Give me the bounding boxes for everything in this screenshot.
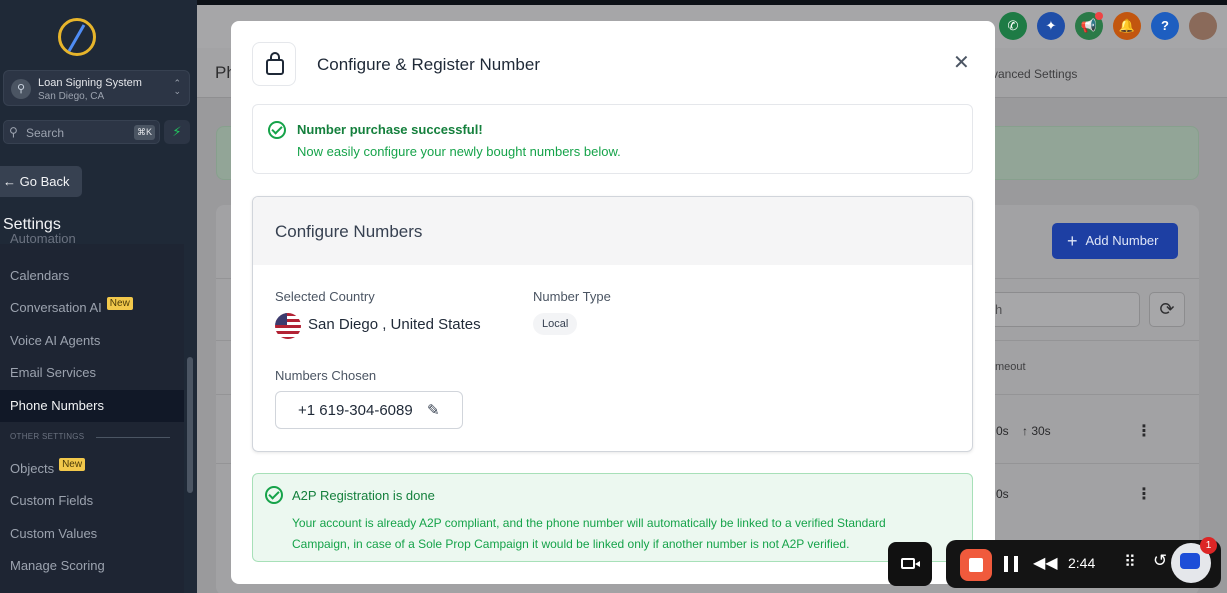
column-header-timeout: meout: [995, 361, 1026, 373]
check-circle-icon: [268, 121, 286, 139]
a2p-title: A2P Registration is done: [292, 488, 435, 503]
success-message: Now easily configure your newly bought n…: [297, 144, 621, 159]
sidebar-item-automation[interactable]: Automation: [0, 228, 184, 250]
chosen-number: +1 619-304-6089: [298, 402, 413, 419]
sidebar-item-objects[interactable]: Objects New: [0, 453, 184, 485]
refresh-icon[interactable]: ⟳: [1149, 292, 1185, 327]
shopping-bag-icon: [252, 42, 296, 86]
account-switcher[interactable]: ⚲ Loan Signing System San Diego, CA ⌃ ⌄: [3, 70, 190, 106]
success-title: Number purchase successful!: [297, 122, 483, 137]
a2p-registration-alert: A2P Registration is done Your account is…: [252, 473, 973, 562]
pause-icon[interactable]: [1004, 556, 1018, 572]
number-type-chip: Local: [533, 313, 578, 335]
modal-title: Configure & Register Number: [317, 55, 540, 74]
search-icon: ⚲: [9, 125, 18, 139]
go-back-button[interactable]: ← Go Back: [0, 166, 82, 197]
plus-icon: +: [1067, 231, 1078, 251]
sidebar-item-manage-scoring[interactable]: Manage Scoring: [0, 550, 184, 582]
new-badge: New: [106, 297, 133, 310]
sidebar-item-label: Custom Values: [10, 526, 98, 541]
bell-icon[interactable]: 🔔: [1113, 12, 1141, 40]
sidebar-item-label: Objects: [10, 461, 55, 476]
configure-numbers-card: Configure Numbers Selected Country San D…: [252, 196, 973, 452]
configure-numbers-header: Configure Numbers: [253, 197, 972, 265]
notification-dot: [1095, 12, 1103, 20]
selected-country-value: San Diego , United States: [308, 316, 481, 333]
divider: [96, 437, 170, 438]
sparkle-icon[interactable]: ✦: [1037, 12, 1065, 40]
sidebar-item-email-services[interactable]: Email Services: [0, 357, 184, 389]
sidebar-search[interactable]: ⚲ Search ⌘K: [3, 120, 160, 144]
sidebar-item-phone-numbers[interactable]: Phone Numbers: [0, 390, 184, 422]
new-badge: New: [59, 458, 86, 471]
sidebar-item-label: Voice AI Agents: [10, 333, 101, 348]
us-flag-icon: [275, 313, 301, 339]
user-avatar[interactable]: [1189, 12, 1217, 40]
sidebar-item-calendars[interactable]: Calendars: [0, 260, 184, 292]
location-avatar-icon: ⚲: [11, 79, 31, 99]
a2p-message: Your account is already A2P compliant, a…: [292, 516, 886, 551]
search-shortcut: ⌘K: [133, 125, 155, 140]
tab-advanced-settings[interactable]: vanced Settings: [992, 67, 1077, 81]
brand-logo[interactable]: [58, 18, 96, 56]
sidebar-item-label: Calendars: [10, 268, 70, 283]
add-number-button[interactable]: + Add Number: [1052, 223, 1178, 259]
recording-time: 2:44: [1068, 555, 1096, 571]
chat-bubble-icon: [1180, 553, 1200, 569]
sidebar-item-conversation-ai[interactable]: Conversation AI New: [0, 292, 184, 324]
pencil-icon[interactable]: ✎: [427, 401, 440, 419]
close-icon[interactable]: ✕: [953, 53, 970, 73]
configure-register-modal: Configure & Register Number ✕ Number pur…: [231, 21, 995, 584]
other-settings-heading: OTHER SETTINGS: [10, 432, 85, 441]
add-number-label: Add Number: [1085, 233, 1159, 248]
sidebar-item-voice-ai-agents[interactable]: Voice AI Agents: [0, 325, 184, 357]
help-icon[interactable]: ?: [1151, 12, 1179, 40]
sidebar-item-custom-values[interactable]: Custom Values: [0, 518, 184, 550]
number-type-label: Number Type: [533, 289, 611, 304]
chevron-updown-icon: ⌃ ⌄: [173, 78, 181, 96]
check-circle-icon: [265, 486, 283, 504]
numbers-search-input[interactable]: h: [986, 292, 1140, 327]
sidebar-item-label: Custom Fields: [10, 493, 94, 508]
account-name: Loan Signing System: [38, 77, 142, 89]
camera-toggle-button[interactable]: [888, 542, 932, 586]
phone-icon[interactable]: ✆: [999, 12, 1027, 40]
account-location: San Diego, CA: [38, 91, 105, 102]
sidebar-scrollbar[interactable]: [187, 357, 193, 493]
row-cell: 0s: [996, 424, 1009, 438]
row-cell: 0s: [996, 487, 1009, 501]
sidebar-item-label: Phone Numbers: [10, 398, 104, 413]
stop-recording-button[interactable]: [960, 549, 992, 581]
sidebar-item-custom-fields[interactable]: Custom Fields: [0, 485, 184, 517]
selected-country-label: Selected Country: [275, 289, 375, 304]
sidebar-item-label: Email Services: [10, 365, 96, 380]
sidebar-item-label: Automation: [10, 231, 76, 246]
notification-badge: 1: [1200, 537, 1217, 554]
more-options-icon[interactable]: ⋮: [1136, 421, 1152, 441]
restart-icon[interactable]: ↺: [1153, 551, 1167, 571]
numbers-chosen-label: Numbers Chosen: [275, 368, 377, 383]
quick-action-bolt-icon[interactable]: ⚡: [164, 120, 190, 144]
video-camera-icon: [901, 558, 920, 569]
grid-icon[interactable]: ⠿: [1124, 552, 1136, 572]
more-options-icon[interactable]: ⋮: [1136, 484, 1152, 504]
sidebar: ⚲ Loan Signing System San Diego, CA ⌃ ⌄ ⚲…: [0, 0, 197, 593]
configure-numbers-heading: Configure Numbers: [275, 222, 423, 241]
row-cell: ↑ 30s: [1022, 424, 1051, 438]
chosen-number-chip[interactable]: +1 619-304-6089 ✎: [275, 391, 463, 429]
sidebar-item-label: Conversation AI: [10, 300, 102, 315]
purchase-success-alert: Number purchase successful! Now easily c…: [252, 104, 973, 174]
search-placeholder: Search: [26, 126, 65, 140]
rewind-icon[interactable]: ◀◀: [1033, 553, 1058, 573]
sidebar-item-label: Manage Scoring: [10, 558, 105, 573]
